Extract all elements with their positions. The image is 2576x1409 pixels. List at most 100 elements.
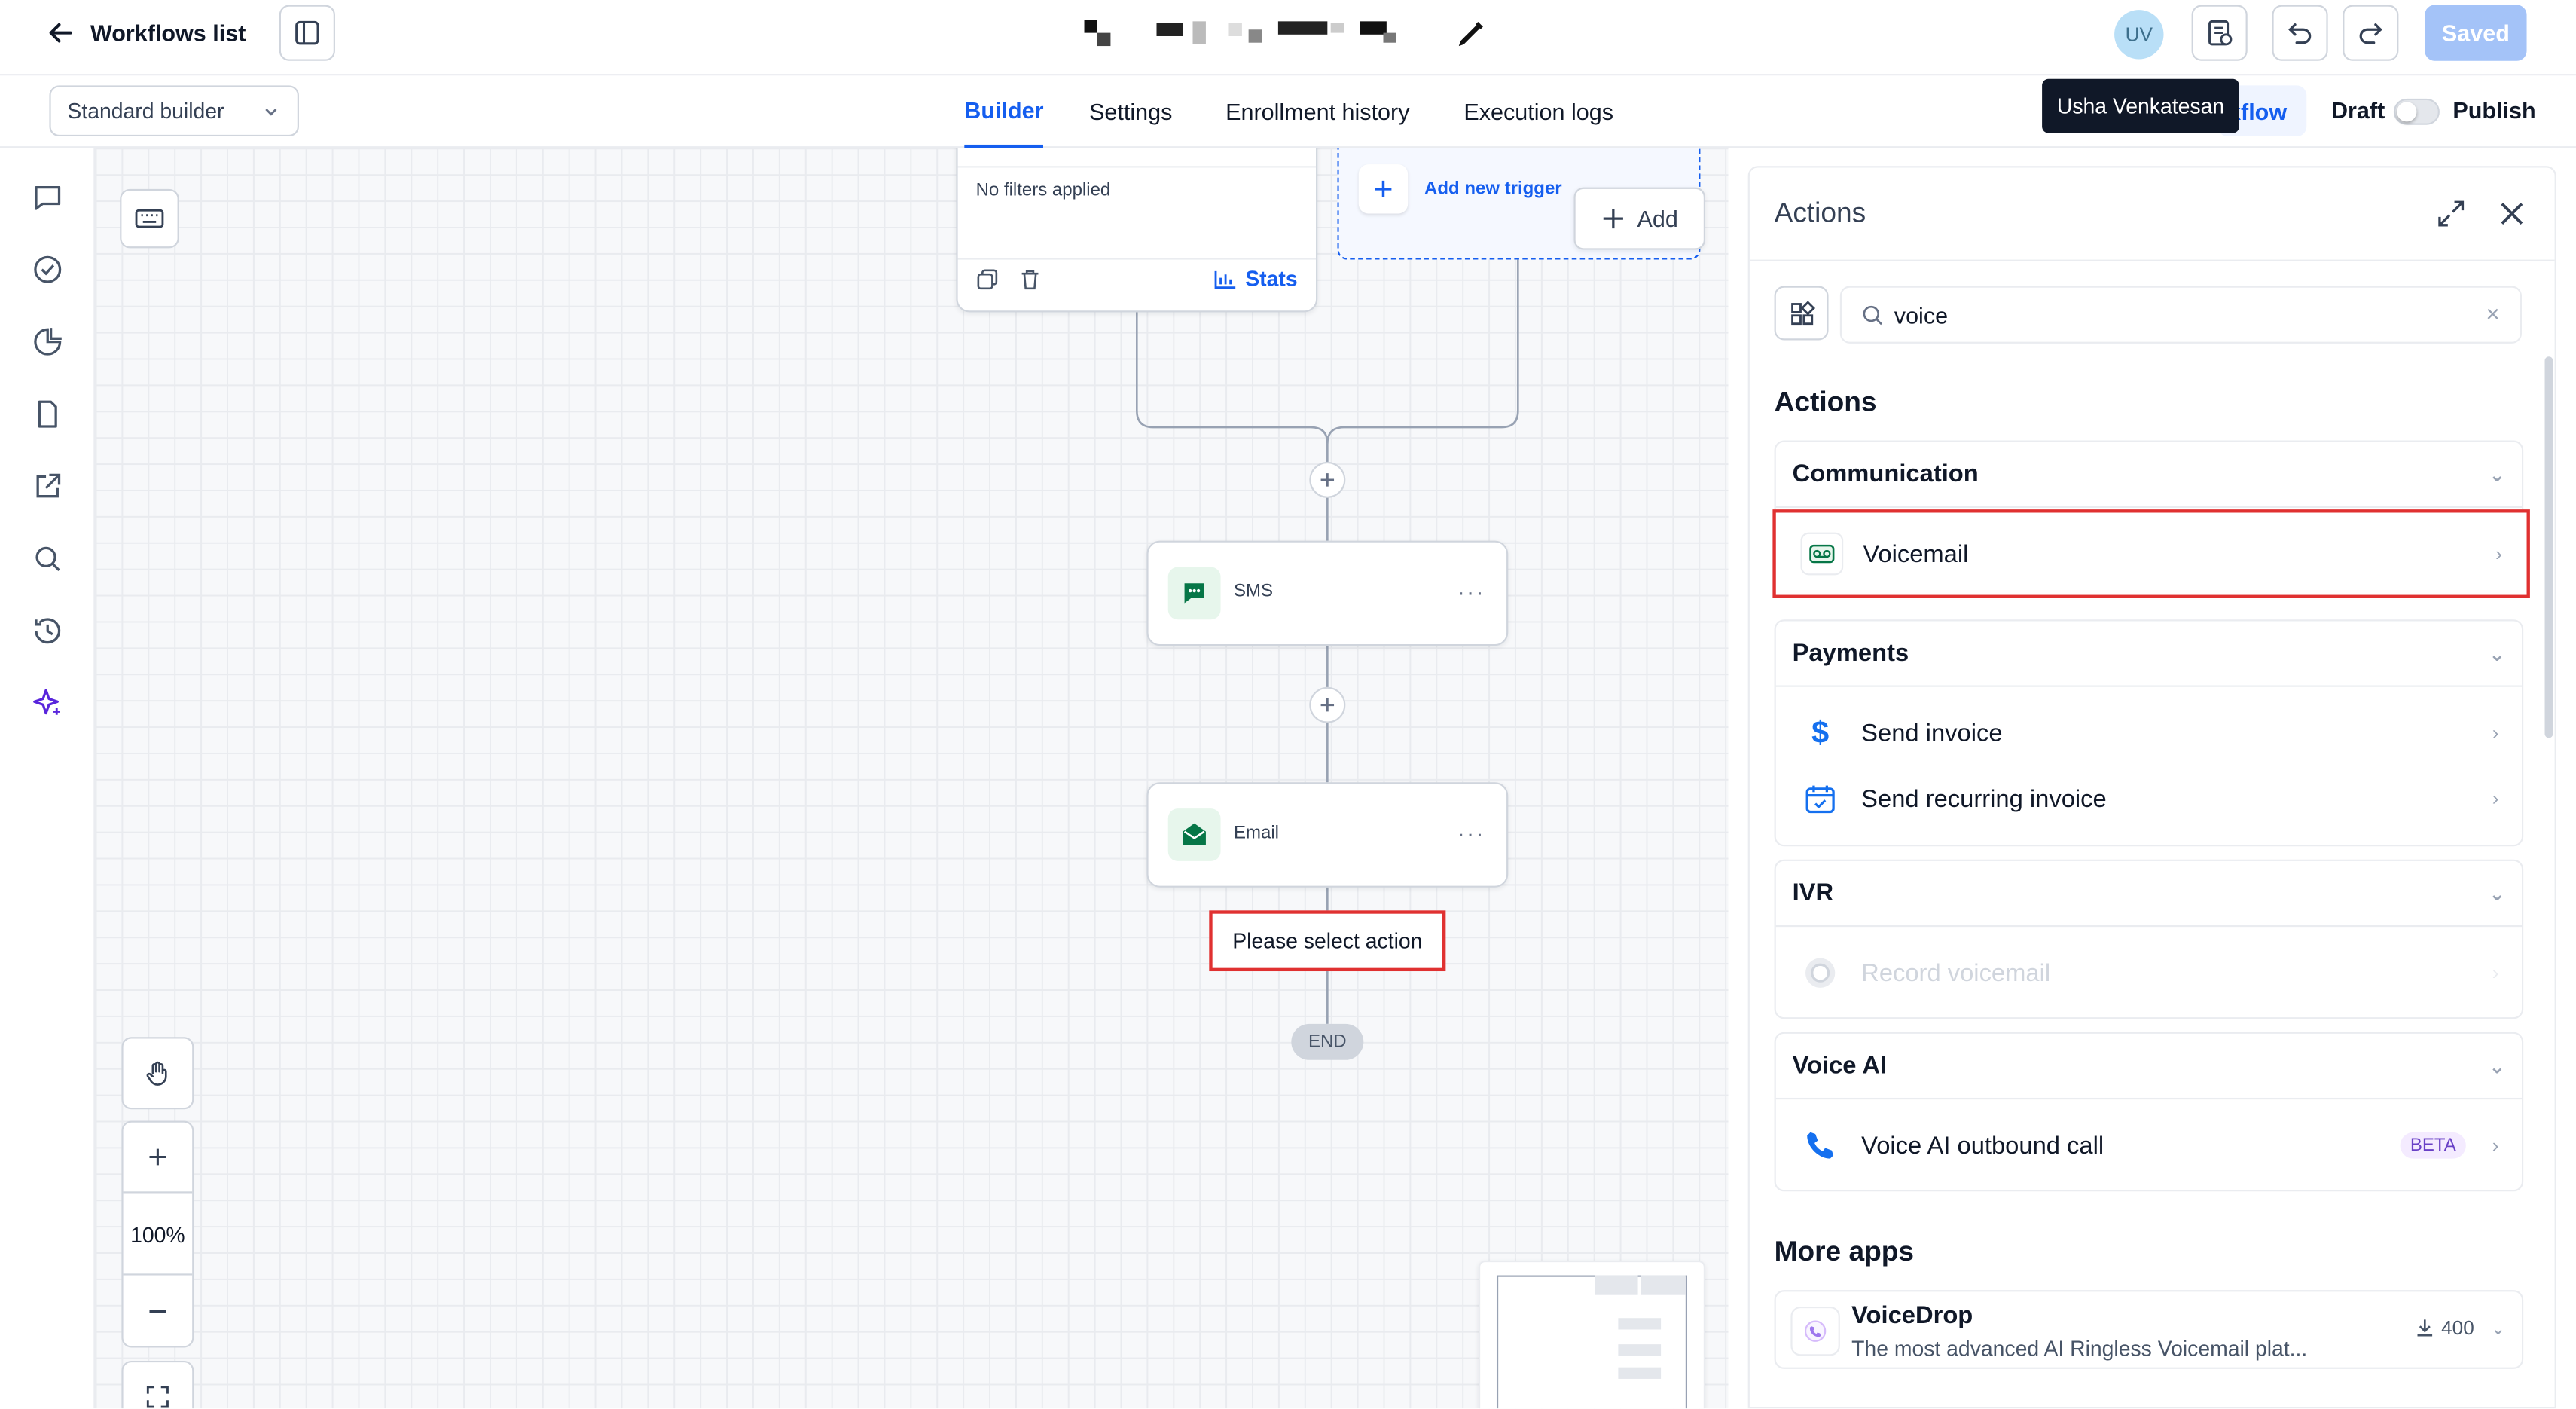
back-to-workflows-link[interactable]: Workflows list [46,13,246,52]
plus-icon [1601,207,1625,231]
email-node-label: Email [1234,823,1280,843]
minimap-viewport[interactable] [1496,1275,1687,1409]
undo-icon [2287,20,2313,46]
email-node[interactable]: Email ··· [1146,782,1509,888]
app-description: The most advanced AI Ringless Voicemail … [1851,1336,2308,1361]
group-name: Voice AI [1792,1051,1888,1080]
copy-icon[interactable] [976,268,1000,292]
chevron-down-icon: ⌄ [2490,1319,2506,1339]
draft-label: Draft [2330,96,2385,124]
top-bar: Workflows list UV Saved [0,0,2576,76]
voice-ai-outbound-call-item[interactable]: Voice AI outbound call BETA › [1776,1116,2522,1175]
voicemail-icon [1800,532,1844,576]
zoom-out-button[interactable] [124,1277,193,1346]
app-voicedrop[interactable]: VoiceDrop The most advanced AI Ringless … [1774,1290,2524,1369]
chevron-down-icon: ⌄ [2489,462,2506,486]
sms-node-label: SMS [1234,582,1274,602]
pan-tool-button[interactable] [121,1037,194,1110]
more-apps-title: More apps [1774,1236,1915,1267]
group-payments: Payments ⌄ $ Send invoice › Send recurri… [1774,619,2524,847]
publish-toggle[interactable] [2393,98,2440,125]
sms-node[interactable]: SMS ··· [1146,540,1509,646]
trigger-card[interactable]: No filters applied Stats [956,148,1318,313]
calendar-icon [1799,778,1842,821]
add-step-button[interactable] [1309,686,1346,723]
chevron-down-icon: ⌄ [2489,1054,2506,1077]
group-name: IVR [1792,879,1834,907]
expand-panel-icon[interactable] [2437,199,2466,228]
minimap[interactable] [1478,1260,1705,1409]
notes-button[interactable] [2191,5,2248,61]
keyboard-shortcuts-button[interactable] [120,188,179,249]
group-header[interactable]: IVR ⌄ [1775,861,2522,928]
group-header[interactable]: Communication ⌄ [1775,442,2522,508]
search-input[interactable]: voice ✕ [1839,286,2522,344]
redo-icon [2358,20,2384,46]
tab-builder[interactable]: Builder [964,75,1044,148]
search-icon [1861,303,1885,326]
zoom-controls: 100% [121,1120,194,1348]
fit-view-button[interactable] [121,1360,194,1409]
history-icon[interactable] [31,615,64,648]
arrow-left-icon [46,18,75,47]
keyboard-icon [135,207,164,231]
publish-label: Publish [2452,96,2536,124]
select-action-placeholder[interactable]: Please select action [1209,910,1446,972]
avatar[interactable]: UV [2114,10,2164,60]
add-button[interactable]: Add [1573,187,1705,250]
add-new-trigger-label[interactable]: Add new trigger [1424,179,1562,199]
group-name: Communication [1792,460,1979,488]
toggle-sidebar-button[interactable] [279,5,335,61]
add-step-button[interactable] [1309,461,1346,498]
zoom-level: 100% [130,1221,185,1247]
app-downloads: 400 ⌄ [2415,1316,2506,1340]
send-recurring-invoice-item[interactable]: Send recurring invoice › [1776,769,2522,829]
group-header[interactable]: Payments ⌄ [1775,621,2522,687]
pie-chart-icon[interactable] [31,326,64,359]
group-header[interactable]: Voice AI ⌄ [1775,1034,2522,1100]
group-name: Payments [1792,639,1909,668]
external-link-icon[interactable] [31,470,64,503]
mail-icon [1167,808,1221,861]
voicedrop-logo-icon [1790,1306,1840,1356]
saved-button[interactable]: Saved [2425,5,2527,61]
tab-enrollment-history[interactable]: Enrollment history [1225,75,1409,148]
voicemail-item[interactable]: Voicemail › [1772,509,2530,598]
hand-icon [145,1060,171,1087]
workflow-canvas[interactable]: No filters applied Stats Add new trigger [95,148,1729,1409]
panel-title: Actions [1774,197,1866,229]
search-icon[interactable] [31,543,64,576]
check-circle-icon[interactable] [31,253,64,286]
notes-icon [2205,18,2234,47]
phone-icon [1799,1124,1842,1167]
tab-execution-logs[interactable]: Execution logs [1463,75,1613,148]
trash-icon[interactable] [1018,268,1042,292]
panel-scrollbar[interactable] [2544,356,2553,738]
stats-label: Stats [1245,266,1298,292]
message-icon [1167,567,1221,620]
tab-settings[interactable]: Settings [1089,75,1172,148]
more-options-icon[interactable]: ··· [1457,579,1485,605]
more-options-icon[interactable]: ··· [1457,820,1485,846]
stats-button[interactable]: Stats [1214,266,1298,291]
actions-section-title: Actions [1774,386,1877,417]
chevron-right-icon: › [2495,542,2502,566]
undo-button[interactable] [2272,5,2328,61]
ai-sparkle-icon[interactable] [31,687,64,720]
chat-icon[interactable] [31,181,64,214]
chevron-right-icon: › [2492,787,2499,811]
grid-view-button[interactable] [1774,286,1829,341]
close-icon[interactable] [2497,199,2526,228]
zoom-in-button[interactable] [124,1123,193,1192]
builder-type-select[interactable]: Standard builder [49,85,299,137]
send-invoice-item[interactable]: $ Send invoice › [1776,704,2522,763]
clear-search-icon[interactable]: ✕ [2486,304,2501,326]
download-icon [2415,1318,2434,1337]
chevron-right-icon: › [2492,1133,2499,1157]
redo-button[interactable] [2343,5,2399,61]
plus-icon [1358,164,1409,214]
item-label: Send recurring invoice [1861,784,2107,813]
edit-name-icon[interactable] [1452,17,1488,53]
workflow-name-redacted[interactable] [1084,20,1495,53]
file-icon[interactable] [31,398,64,431]
